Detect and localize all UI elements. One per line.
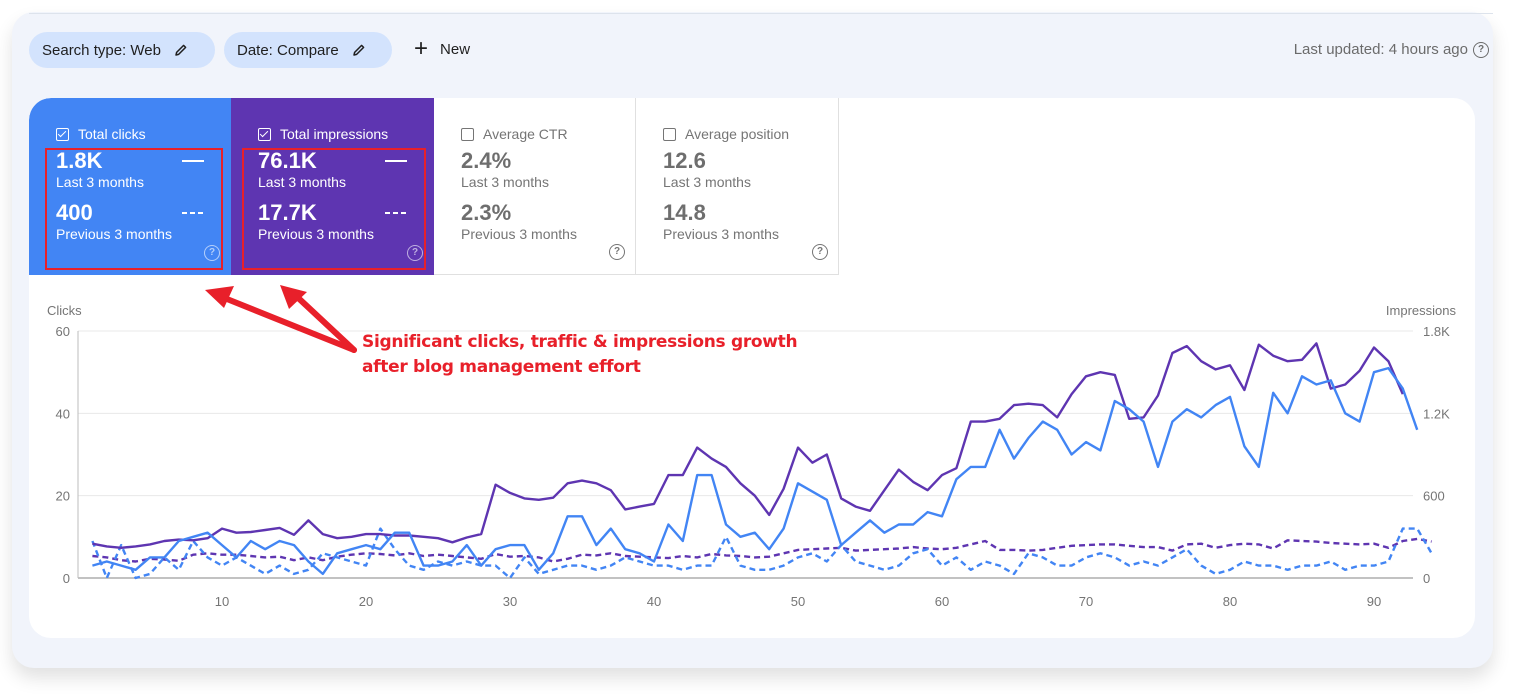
y-axis-title-left: Clicks (47, 303, 82, 318)
x-tick-label: 20 (359, 594, 373, 609)
y-tick-label-left: 0 (63, 571, 70, 586)
series-line-clicks-previous-3-months (91, 527, 1433, 580)
annotation-text: Significant clicks, traffic & impression… (362, 330, 798, 380)
y-tick-label-left: 40 (56, 406, 70, 421)
x-tick-label: 90 (1367, 594, 1381, 609)
annotation-arrows (205, 285, 357, 353)
x-tick-label: 50 (791, 594, 805, 609)
y-axis-title-right: Impressions (1386, 303, 1457, 318)
x-tick-label: 80 (1223, 594, 1237, 609)
y-tick-label-left: 20 (56, 489, 70, 504)
y-tick-label-right: 1.2K (1423, 406, 1450, 421)
y-tick-label-right: 1.8K (1423, 324, 1450, 339)
y-tick-label-right: 0 (1423, 571, 1430, 586)
y-tick-label-left: 60 (56, 324, 70, 339)
x-tick-label: 30 (503, 594, 517, 609)
x-tick-label: 60 (935, 594, 949, 609)
annotation-line-2: after blog management effort (362, 357, 641, 377)
y-tick-label-right: 600 (1423, 489, 1445, 504)
x-tick-label: 40 (647, 594, 661, 609)
x-tick-label: 10 (215, 594, 229, 609)
annotation-line-1: Significant clicks, traffic & impression… (362, 332, 798, 352)
x-tick-label: 70 (1079, 594, 1093, 609)
arrow-to-impressions (291, 291, 357, 353)
series-line-clicks-last-3-months (92, 366, 1419, 576)
